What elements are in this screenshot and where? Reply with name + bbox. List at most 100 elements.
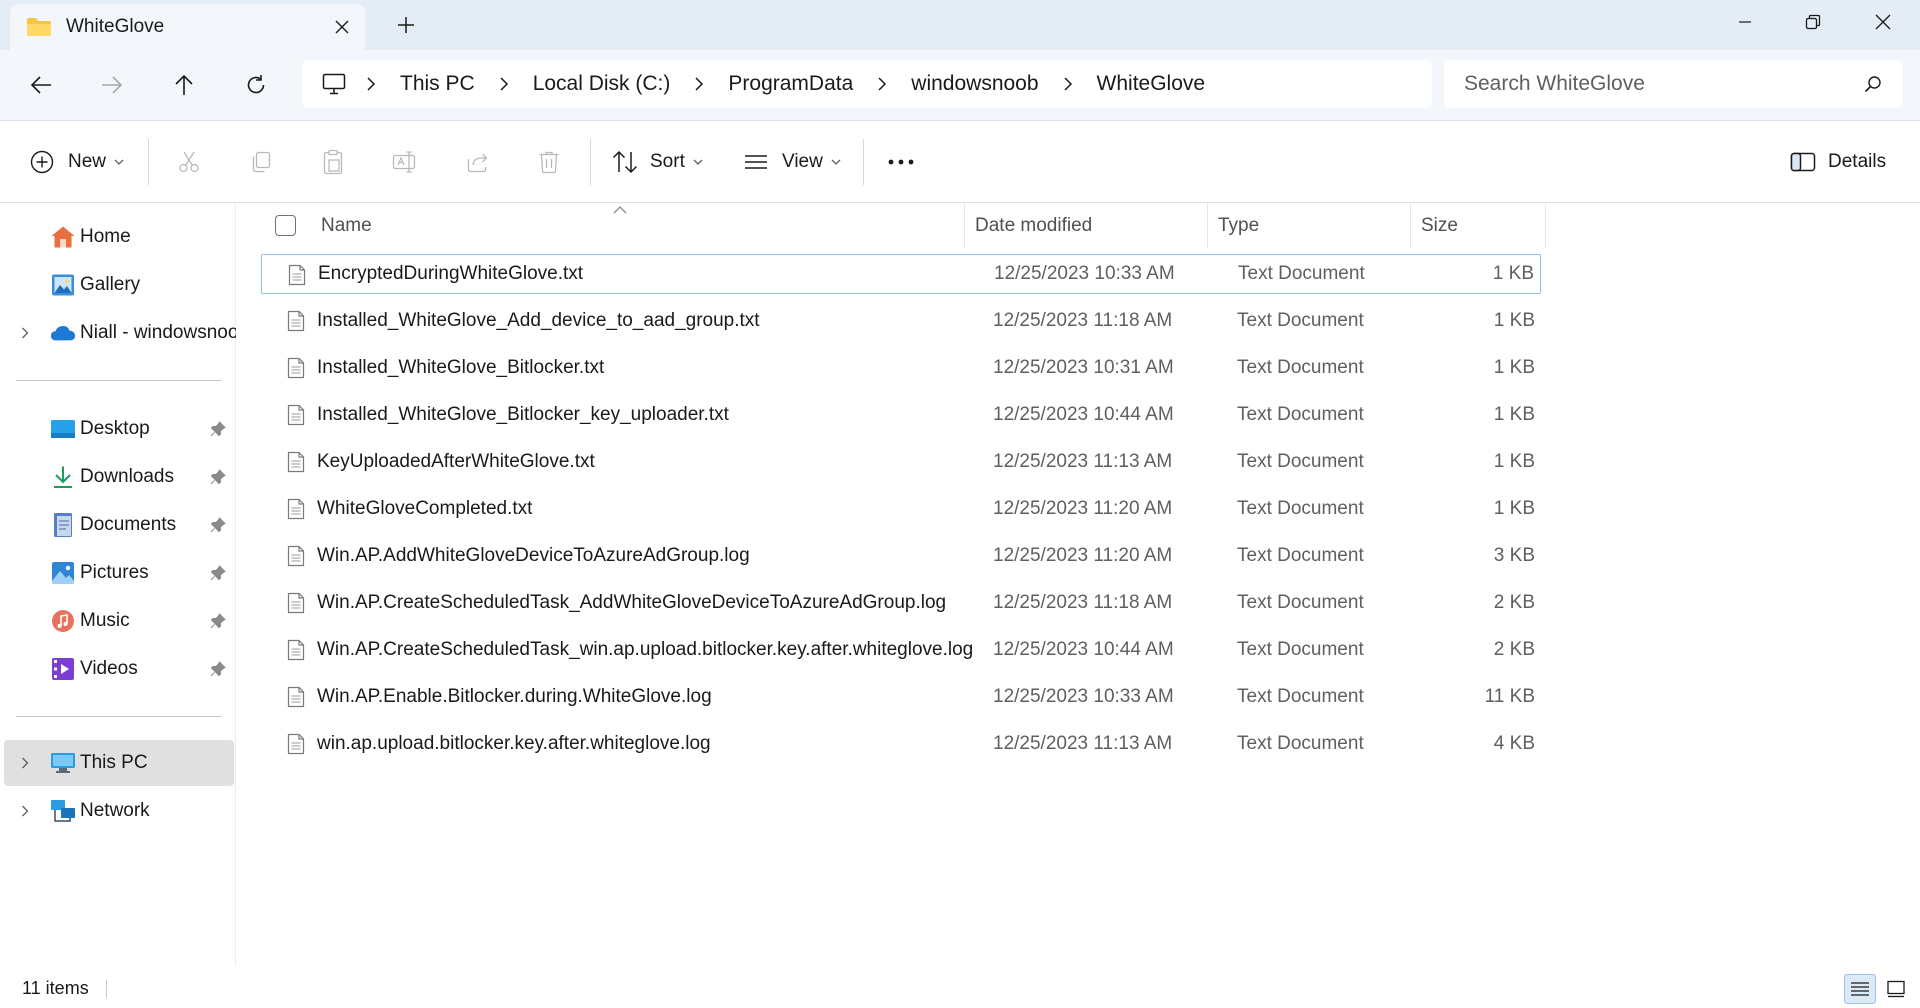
sidebar-item-gallery[interactable]: Gallery <box>4 262 234 308</box>
table-row[interactable]: win.ap.upload.bitlocker.key.after.whiteg… <box>261 724 1541 764</box>
column-header-date[interactable]: Date modified <box>965 204 1208 248</box>
up-button[interactable] <box>160 62 208 108</box>
text-file-icon <box>287 404 305 426</box>
sidebar-item-onedrive[interactable]: Niall - windowsnoob <box>4 310 236 356</box>
sidebar-item-label: Niall - windowsnoob <box>80 322 236 343</box>
file-name: Installed_WhiteGlove_Bitlocker.txt <box>317 357 605 378</box>
file-date-modified: 12/25/2023 10:33 AM <box>993 686 1174 707</box>
chevron-right-icon[interactable] <box>18 756 32 770</box>
pin-icon[interactable] <box>210 565 226 581</box>
search-box[interactable] <box>1444 60 1902 108</box>
chevron-right-icon[interactable] <box>18 804 32 818</box>
chevron-right-icon[interactable] <box>489 77 519 91</box>
table-row[interactable]: Installed_WhiteGlove_Add_device_to_aad_g… <box>261 301 1541 341</box>
chevron-right-icon[interactable] <box>684 77 714 91</box>
copy-button[interactable] <box>240 141 282 183</box>
restore-icon <box>1805 14 1821 30</box>
table-row[interactable]: Installed_WhiteGlove_Bitlocker.txt 12/25/… <box>261 348 1541 388</box>
copy-icon <box>252 151 271 173</box>
gallery-icon <box>50 272 76 298</box>
sidebar-item-pictures[interactable]: Pictures <box>4 550 234 596</box>
restore-button[interactable] <box>1778 0 1848 44</box>
sort-button[interactable]: Sort <box>612 141 703 183</box>
address-bar[interactable]: This PC Local Disk (C:) ProgramData wind… <box>302 60 1432 108</box>
delete-button[interactable] <box>528 141 570 183</box>
trash-icon <box>539 151 559 174</box>
pin-icon[interactable] <box>210 613 226 629</box>
sidebar-item-network[interactable]: Network <box>4 788 234 834</box>
paste-button[interactable] <box>312 141 354 183</box>
more-options-button[interactable] <box>880 141 922 183</box>
sidebar-item-music[interactable]: Music <box>4 598 234 644</box>
sidebar-item-desktop[interactable]: Desktop <box>4 406 234 452</box>
close-window-button[interactable] <box>1848 0 1918 44</box>
table-row[interactable]: Win.AP.Enable.Bitlocker.during.WhiteGlov… <box>261 677 1541 717</box>
sidebar-item-this-pc[interactable]: This PC <box>4 740 234 786</box>
pin-icon[interactable] <box>210 469 226 485</box>
back-button[interactable] <box>17 62 65 108</box>
column-header-type-label: Type <box>1218 215 1260 236</box>
sidebar-item-home[interactable]: Home <box>4 214 234 260</box>
file-type: Text Document <box>1237 545 1364 566</box>
breadcrumb-windowsnoob[interactable]: windowsnoob <box>897 72 1052 96</box>
column-header-name[interactable]: Name <box>311 204 965 248</box>
home-icon <box>50 224 76 250</box>
refresh-button[interactable] <box>232 62 280 108</box>
pin-icon[interactable] <box>210 661 226 677</box>
tab-whiteglove[interactable]: WhiteGlove <box>10 4 365 50</box>
tab-close-button[interactable] <box>319 4 365 50</box>
column-header-type[interactable]: Type <box>1208 204 1411 248</box>
table-row[interactable]: EncryptedDuringWhiteGlove.txt 12/25/2023 … <box>261 254 1541 294</box>
table-row[interactable]: WhiteGloveCompleted.txt 12/25/2023 11:20 … <box>261 489 1541 529</box>
details-pane-button[interactable]: Details <box>1790 141 1886 183</box>
table-row[interactable]: KeyUploadedAfterWhiteGlove.txt 12/25/2023… <box>261 442 1541 482</box>
arrow-left-icon <box>30 76 51 94</box>
search-input[interactable] <box>1464 72 1844 96</box>
breadcrumb-whiteglove[interactable]: WhiteGlove <box>1083 72 1220 96</box>
breadcrumb-local-disk[interactable]: Local Disk (C:) <box>519 72 685 96</box>
sidebar-divider <box>16 380 222 381</box>
sidebar-item-label: This PC <box>80 752 148 773</box>
sidebar-item-downloads[interactable]: Downloads <box>4 454 234 500</box>
file-size: 4 KB <box>1493 733 1535 754</box>
toolbar-divider <box>590 139 591 185</box>
sidebar-divider <box>16 716 222 717</box>
cut-button[interactable] <box>168 141 210 183</box>
table-row[interactable]: Win.AP.AddWhiteGloveDeviceToAzureAdGroup… <box>261 536 1541 576</box>
column-header-size[interactable]: Size <box>1411 204 1546 248</box>
pin-icon[interactable] <box>210 517 226 533</box>
breadcrumb-programdata[interactable]: ProgramData <box>714 72 867 96</box>
pin-icon[interactable] <box>210 421 226 437</box>
chevron-right-icon[interactable] <box>1053 77 1083 91</box>
scissors-icon <box>179 151 199 173</box>
chevron-right-icon[interactable] <box>867 77 897 91</box>
breadcrumb-this-pc[interactable]: This PC <box>386 72 489 96</box>
file-type: Text Document <box>1237 404 1364 425</box>
new-button[interactable]: New <box>30 141 124 183</box>
chevron-right-icon[interactable] <box>356 77 386 91</box>
new-tab-button[interactable] <box>386 8 426 42</box>
music-icon <box>50 608 76 634</box>
table-row[interactable]: Installed_WhiteGlove_Bitlocker_key_uploa… <box>261 395 1541 435</box>
file-date-modified: 12/25/2023 11:18 AM <box>993 310 1173 331</box>
table-row[interactable]: Win.AP.CreateScheduledTask_AddWhiteGlove… <box>261 583 1541 623</box>
sidebar-item-label: Home <box>80 226 131 247</box>
rename-icon <box>392 151 416 173</box>
text-file-icon <box>287 686 305 708</box>
table-row[interactable]: Win.AP.CreateScheduledTask_win.ap.upload… <box>261 630 1541 670</box>
details-view-button[interactable] <box>1844 974 1876 1004</box>
file-name: win.ap.upload.bitlocker.key.after.whiteg… <box>317 733 711 754</box>
chevron-right-icon[interactable] <box>18 326 32 340</box>
file-name: Win.AP.AddWhiteGloveDeviceToAzureAdGroup… <box>317 545 750 566</box>
select-all-checkbox[interactable] <box>275 215 296 236</box>
forward-button[interactable] <box>88 62 136 108</box>
sidebar-item-documents[interactable]: Documents <box>4 502 234 548</box>
view-button[interactable]: View <box>744 141 841 183</box>
sidebar-item-videos[interactable]: Videos <box>4 646 234 692</box>
share-icon <box>467 153 488 173</box>
minimize-button[interactable] <box>1710 0 1780 44</box>
share-button[interactable] <box>456 141 498 183</box>
large-icons-view-button[interactable] <box>1880 974 1912 1004</box>
rename-button[interactable] <box>384 141 426 183</box>
column-header-size-label: Size <box>1421 215 1458 236</box>
